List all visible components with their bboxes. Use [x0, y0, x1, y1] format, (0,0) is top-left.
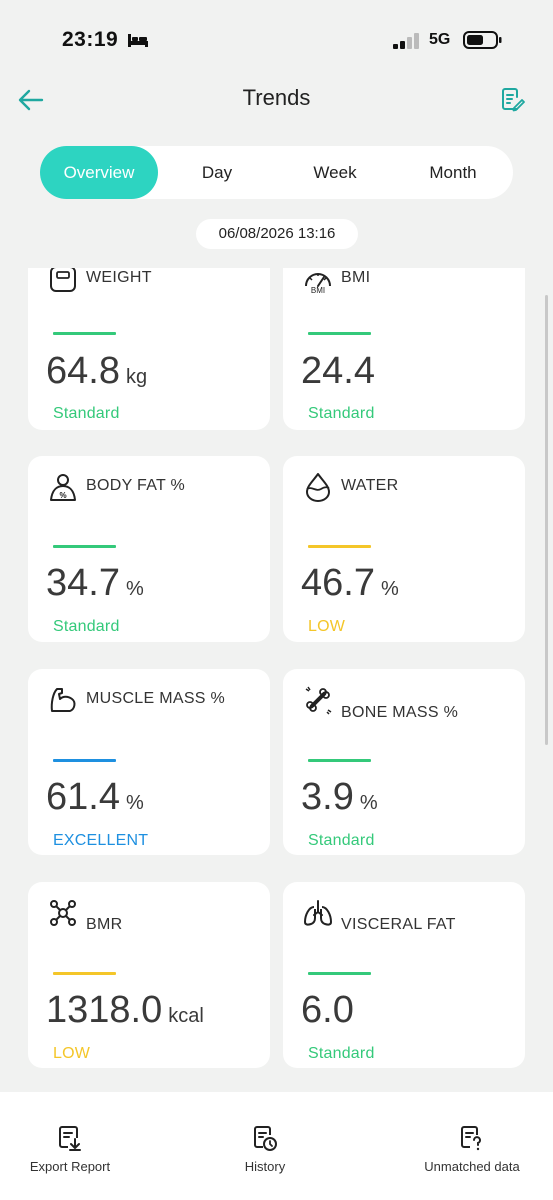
page-title: Trends — [242, 85, 311, 110]
app-header: Trends — [0, 75, 553, 123]
status-bar: 23:19 5G — [0, 0, 553, 80]
metrics-grid: WEIGHT 64.8 kg Standard BMI BMI 24.4 Stan… — [0, 268, 553, 1068]
bmi-gauge-icon: BMI — [305, 273, 331, 294]
metric-status: EXCELLENT — [53, 832, 149, 849]
metric-card-water[interactable]: WATER 46.7% LOW — [283, 456, 525, 642]
unmatched-data-icon — [461, 1126, 481, 1151]
tab-overview[interactable]: Overview — [40, 146, 158, 199]
history-button[interactable]: History — [225, 1124, 305, 1176]
status-indicator-bar — [53, 332, 116, 335]
muscle-arm-icon — [50, 688, 76, 712]
edit-report-button[interactable] — [496, 83, 530, 117]
metric-label: BMR — [86, 916, 123, 933]
metric-status: LOW — [308, 618, 346, 635]
bottom-action-bar: Export Report History Unmatched data — [0, 1092, 553, 1200]
unmatched-data-button[interactable]: Unmatched data — [412, 1124, 532, 1176]
metric-card-body-fat[interactable]: % BODY FAT % 34.7% Standard — [28, 456, 270, 642]
metric-card-bmi[interactable]: BMI BMI 24.4 Standard — [283, 268, 525, 430]
metric-label: BMI — [341, 269, 371, 286]
metric-status: Standard — [308, 1045, 375, 1062]
measurement-timestamp: 06/08/2026 13:16 — [196, 219, 358, 249]
history-icon — [254, 1126, 277, 1151]
metric-unit: kcal — [168, 1005, 204, 1027]
body-fat-icon: % — [50, 474, 76, 501]
status-indicator-bar — [53, 759, 116, 762]
tab-week[interactable]: Week — [276, 146, 394, 199]
export-report-button[interactable]: Export Report — [20, 1124, 120, 1176]
history-label: History — [244, 1159, 286, 1174]
metric-status: LOW — [53, 1045, 91, 1062]
metric-value: 34.7% — [46, 562, 144, 604]
status-indicator-bar — [308, 332, 371, 335]
status-indicator-bar — [308, 759, 371, 762]
metric-unit: kg — [125, 366, 148, 388]
metric-status: Standard — [308, 832, 375, 849]
metric-card-visceral-fat[interactable]: VISCERAL FAT 6.0 Standard — [283, 882, 525, 1068]
metric-card-bone-mass[interactable]: BONE MASS % 3.9% Standard — [283, 669, 525, 855]
lungs-icon — [304, 900, 332, 926]
battery-icon — [463, 31, 502, 49]
scrollbar[interactable] — [545, 295, 548, 745]
metric-unit: % — [125, 792, 144, 814]
status-indicator-bar — [308, 545, 371, 548]
metric-status: Standard — [53, 405, 120, 422]
status-indicator-bar — [53, 545, 116, 548]
metric-value: 24.4 — [301, 350, 375, 392]
tab-day[interactable]: Day — [158, 146, 276, 199]
metric-unit: % — [125, 578, 144, 600]
metric-label: WEIGHT — [86, 269, 152, 286]
metric-value: 46.7% — [301, 562, 399, 604]
svg-text:%: % — [59, 491, 66, 500]
metric-card-weight[interactable]: WEIGHT 64.8 kg Standard — [28, 268, 270, 430]
metric-card-bmr[interactable]: BMR 1318.0 kcal LOW — [28, 882, 270, 1068]
status-indicator-bar — [308, 972, 371, 975]
svg-text:BMI: BMI — [311, 286, 325, 294]
tab-month[interactable]: Month — [394, 146, 512, 199]
metric-value: 3.9% — [301, 776, 378, 818]
metric-status: Standard — [53, 618, 120, 635]
status-time: 23:19 — [62, 28, 119, 51]
cell-signal-icon — [393, 33, 419, 49]
metric-value: 64.8 kg — [46, 350, 148, 392]
network-type: 5G — [429, 31, 451, 48]
metric-label: WATER — [341, 477, 399, 494]
sleep-bed-icon — [128, 34, 148, 47]
metric-value: 61.4% — [46, 776, 144, 818]
metric-label: MUSCLE MASS % — [86, 690, 226, 707]
metric-value: 1318.0 kcal — [46, 989, 204, 1031]
scale-icon — [50, 268, 76, 292]
molecule-icon — [50, 900, 76, 926]
metric-unit: % — [380, 578, 399, 600]
unmatched-data-label: Unmatched data — [424, 1159, 520, 1174]
metric-status: Standard — [308, 405, 375, 422]
metric-unit: % — [359, 792, 378, 814]
metric-label: BONE MASS % — [341, 704, 459, 721]
water-drop-icon — [306, 473, 330, 502]
export-report-icon — [59, 1126, 81, 1151]
metric-label: BODY FAT % — [86, 477, 186, 494]
metric-value: 6.0 — [301, 989, 354, 1031]
status-indicator-bar — [53, 972, 116, 975]
bone-icon — [305, 686, 332, 715]
metric-label: VISCERAL FAT — [341, 916, 456, 933]
document-edit-icon — [502, 88, 525, 112]
metric-card-muscle-mass[interactable]: MUSCLE MASS % 61.4% EXCELLENT — [28, 669, 270, 855]
export-report-label: Export Report — [29, 1159, 111, 1174]
period-tabs: Overview Day Week Month — [40, 146, 513, 199]
